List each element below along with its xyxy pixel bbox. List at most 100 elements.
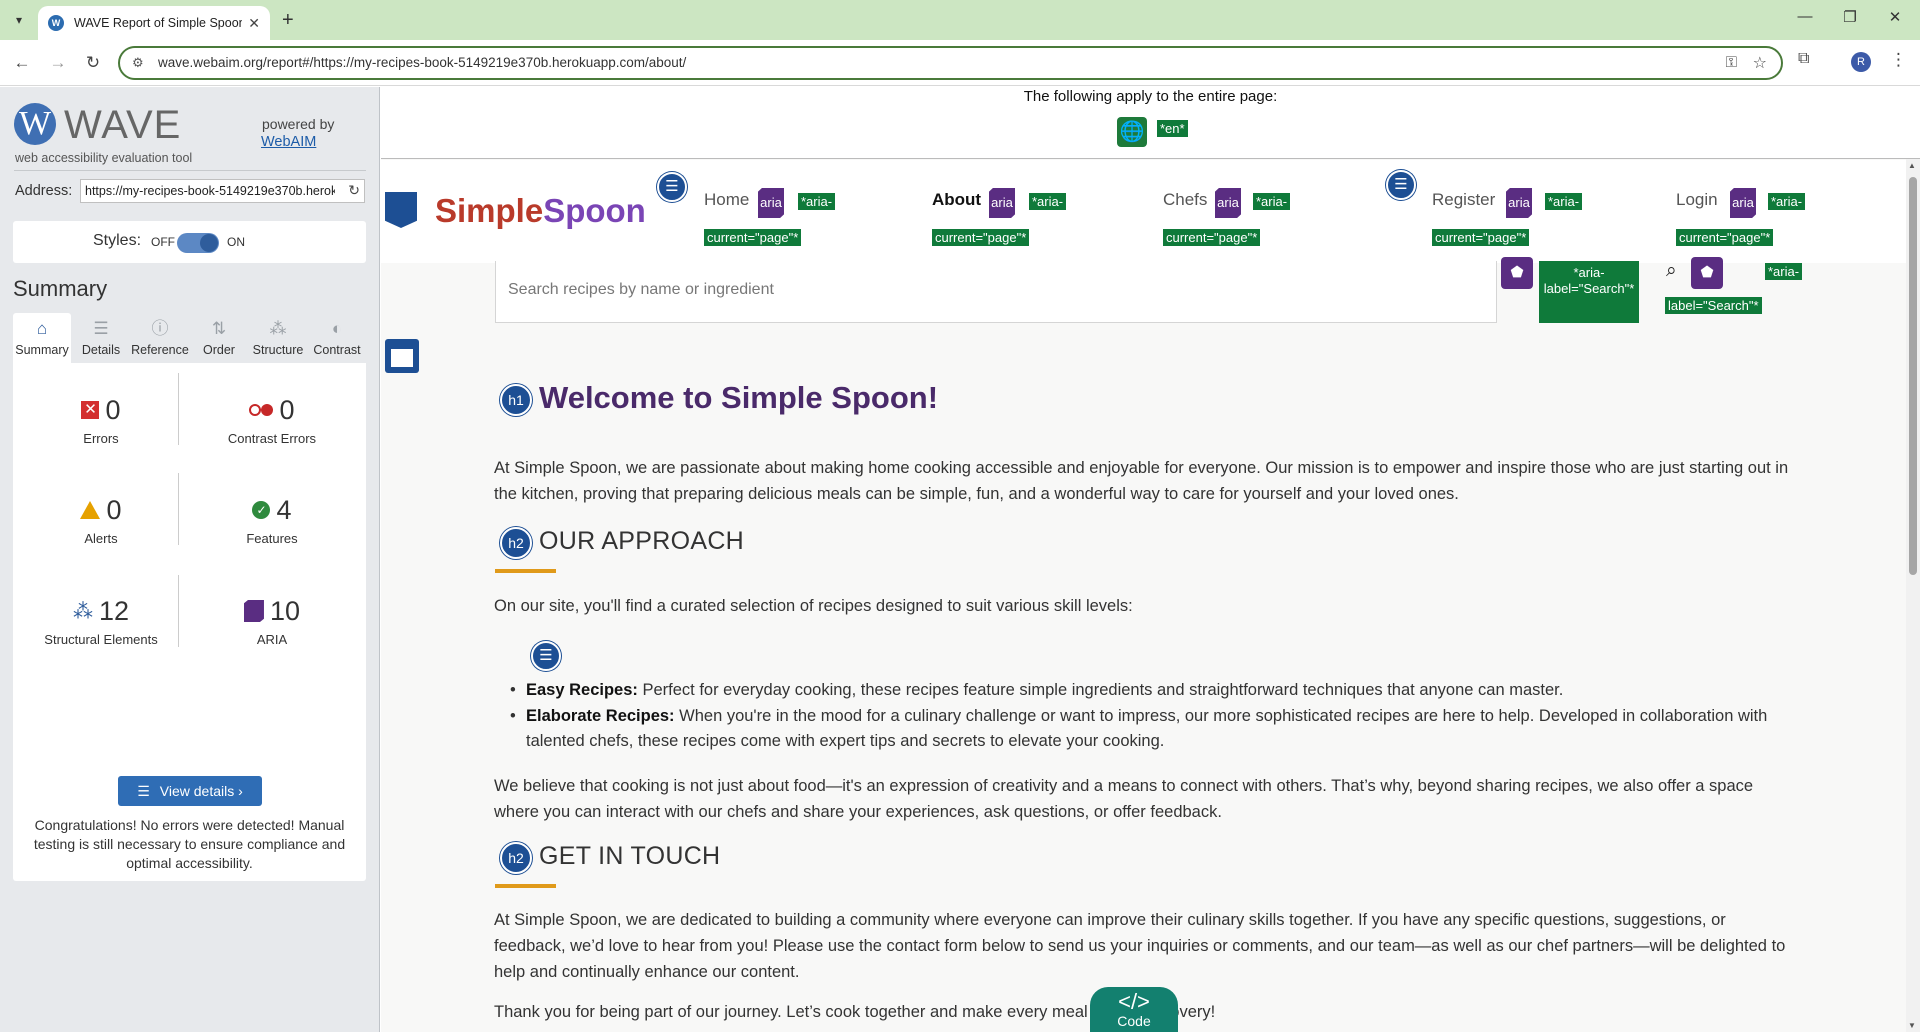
label-tag-icon[interactable]: ⬟ <box>1691 257 1723 289</box>
forward-icon[interactable]: → <box>46 51 70 75</box>
bookmark-star-icon[interactable]: ☆ <box>1753 53 1767 73</box>
stat-features[interactable]: ✓ 4 Features <box>197 493 347 547</box>
scroll-down-icon[interactable]: ▼ <box>1908 1021 1916 1030</box>
tab-summary[interactable]: ⌂ Summary <box>13 313 71 363</box>
code-toggle-button[interactable]: </> Code <box>1090 987 1178 1032</box>
stat-structural[interactable]: ⁂ 12 Structural Elements <box>26 594 176 648</box>
nav-register[interactable]: Register <box>1432 190 1495 210</box>
page-scrollbar[interactable]: ▲ ▼ <box>1906 159 1920 1032</box>
tab-search-icon[interactable]: ▾ <box>8 9 30 31</box>
tab-structure[interactable]: ⁂ Structure <box>249 313 307 363</box>
aria-icon[interactable]: aria <box>1506 188 1532 218</box>
alert-icon <box>80 501 101 519</box>
new-tab-icon[interactable]: + <box>282 9 294 31</box>
aria-current-tag[interactable]: *aria- <box>798 193 836 210</box>
close-window-icon[interactable]: ✕ <box>1880 8 1910 26</box>
nav-login[interactable]: Login <box>1676 190 1718 210</box>
reload-icon[interactable]: ↻ <box>81 51 105 75</box>
aria-current-tag[interactable]: *aria- <box>1029 193 1067 210</box>
language-tag[interactable]: *en* <box>1157 120 1188 137</box>
scroll-up-icon[interactable]: ▲ <box>1908 161 1916 170</box>
alerts-label: Alerts <box>84 531 118 546</box>
aria-label-tag[interactable]: *aria- <box>1765 263 1803 280</box>
tab-reference[interactable]: ⓘ Reference <box>131 313 189 363</box>
home-icon: ⌂ <box>36 319 48 338</box>
label-tag-icon[interactable]: ⬟ <box>1501 257 1533 289</box>
url-text[interactable]: wave.webaim.org/report#/https://my-recip… <box>158 55 686 70</box>
stat-errors[interactable]: ✕ 0 Errors <box>26 393 176 446</box>
evaluated-page: The following apply to the entire page: … <box>381 87 1920 1032</box>
site-logo[interactable]: SimpleSpoon <box>435 192 646 230</box>
styles-off-label: OFF <box>151 235 175 249</box>
aria-label-tag[interactable]: label="Search"* <box>1665 297 1762 314</box>
webaim-link[interactable]: WebAIM <box>261 134 316 150</box>
address-bar[interactable]: ⚙ wave.webaim.org/report#/https://my-rec… <box>118 46 1783 80</box>
list-icon[interactable]: ☰ <box>1386 170 1416 200</box>
aria-icon[interactable]: aria <box>989 188 1015 218</box>
features-count: 4 <box>276 494 292 525</box>
styles-toggle[interactable] <box>177 233 219 253</box>
extensions-icon[interactable]: ⧉ <box>1798 50 1809 68</box>
aria-current-tag[interactable]: current="page"* <box>704 229 802 246</box>
wave-wordmark: WAVE <box>64 103 182 147</box>
page-title: Welcome to Simple Spoon! <box>539 380 939 415</box>
aria-icon[interactable]: aria <box>1730 188 1756 218</box>
browser-menu-icon[interactable]: ⋮ <box>1890 50 1907 70</box>
wave-tabs: ⌂ Summary ☰ Details ⓘ Reference ⇅ Order … <box>13 313 366 363</box>
aria-current-tag[interactable]: *aria- <box>1253 193 1291 210</box>
refresh-icon[interactable]: ↻ <box>348 182 360 199</box>
search-button[interactable]: *aria- label="Search"* <box>1539 261 1639 323</box>
tab-details[interactable]: ☰ Details <box>72 313 130 363</box>
nav-home[interactable]: Home <box>704 190 749 210</box>
stat-contrast-errors[interactable]: 0 Contrast Errors <box>197 393 347 447</box>
address-value[interactable]: https://my-recipes-book-5149219e370b.her… <box>85 184 335 198</box>
site-info-icon[interactable]: ⚙ <box>132 55 144 71</box>
aria-icon[interactable]: aria <box>758 188 784 218</box>
stat-alerts[interactable]: 0 Alerts <box>26 493 176 546</box>
tab-order[interactable]: ⇅ Order <box>190 313 248 363</box>
close-tab-icon[interactable]: ✕ <box>248 15 260 32</box>
aria-current-tag[interactable]: *aria- <box>1768 193 1806 210</box>
view-details-button[interactable]: ☰ View details › <box>118 776 262 806</box>
search-placeholder[interactable]: Search recipes by name or ingredient <box>508 281 774 299</box>
language-globe-icon[interactable]: 🌐 <box>1117 117 1147 147</box>
list-icon[interactable]: ☰ <box>531 641 561 671</box>
aria-current-tag[interactable]: current="page"* <box>932 229 1030 246</box>
back-icon[interactable]: ← <box>10 51 34 75</box>
search-icon[interactable]: ⌕ <box>1666 260 1677 282</box>
features-label: Features <box>246 531 298 546</box>
address-input[interactable]: https://my-recipes-book-5149219e370b.her… <box>80 179 365 203</box>
stat-aria[interactable]: 10 ARIA <box>197 594 347 647</box>
tab-label: Summary <box>15 343 69 357</box>
wave-logo-icon: W <box>14 103 56 145</box>
contrast-icon: ◐ <box>331 319 343 338</box>
list-item: Elaborate Recipes: When you're in the mo… <box>510 704 1786 754</box>
tab-label: Details <box>81 343 121 357</box>
profile-avatar[interactable]: R <box>1851 52 1871 72</box>
list-icon[interactable]: ☰ <box>657 172 687 202</box>
scroll-thumb[interactable] <box>1909 177 1917 575</box>
aria-current-tag[interactable]: current="page"* <box>1432 229 1530 246</box>
restore-icon[interactable]: ❐ <box>1835 8 1865 26</box>
nav-about[interactable]: About <box>932 190 981 210</box>
nav-chefs[interactable]: Chefs <box>1163 190 1207 210</box>
search-input[interactable]: Search recipes by name or ingredient <box>495 261 1497 323</box>
tab-label: Contrast <box>313 343 361 357</box>
header-landmark-icon[interactable] <box>385 192 417 228</box>
list-text: Perfect for everyday cooking, these reci… <box>637 681 1564 699</box>
tab-contrast[interactable]: ◐ Contrast <box>308 313 366 363</box>
minimize-icon[interactable]: — <box>1790 8 1820 25</box>
site-header: SimpleSpoon ☰ Home aria *aria- current="… <box>381 160 1920 263</box>
errors-count: 0 <box>105 394 121 425</box>
browser-tab[interactable]: W WAVE Report of Simple Spoon ✕ <box>38 6 270 40</box>
aria-current-tag[interactable]: *aria- <box>1545 193 1583 210</box>
aria-icon[interactable]: aria <box>1215 188 1241 218</box>
password-key-icon[interactable]: ⚿ <box>1726 54 1737 71</box>
aria-current-tag[interactable]: current="page"* <box>1676 229 1774 246</box>
h2-icon[interactable]: h2 <box>500 842 532 874</box>
h2-icon[interactable]: h2 <box>500 527 532 559</box>
main-landmark-icon[interactable] <box>385 339 419 373</box>
h1-icon[interactable]: h1 <box>500 384 532 416</box>
structural-count: 12 <box>98 595 130 626</box>
aria-current-tag[interactable]: current="page"* <box>1163 229 1261 246</box>
